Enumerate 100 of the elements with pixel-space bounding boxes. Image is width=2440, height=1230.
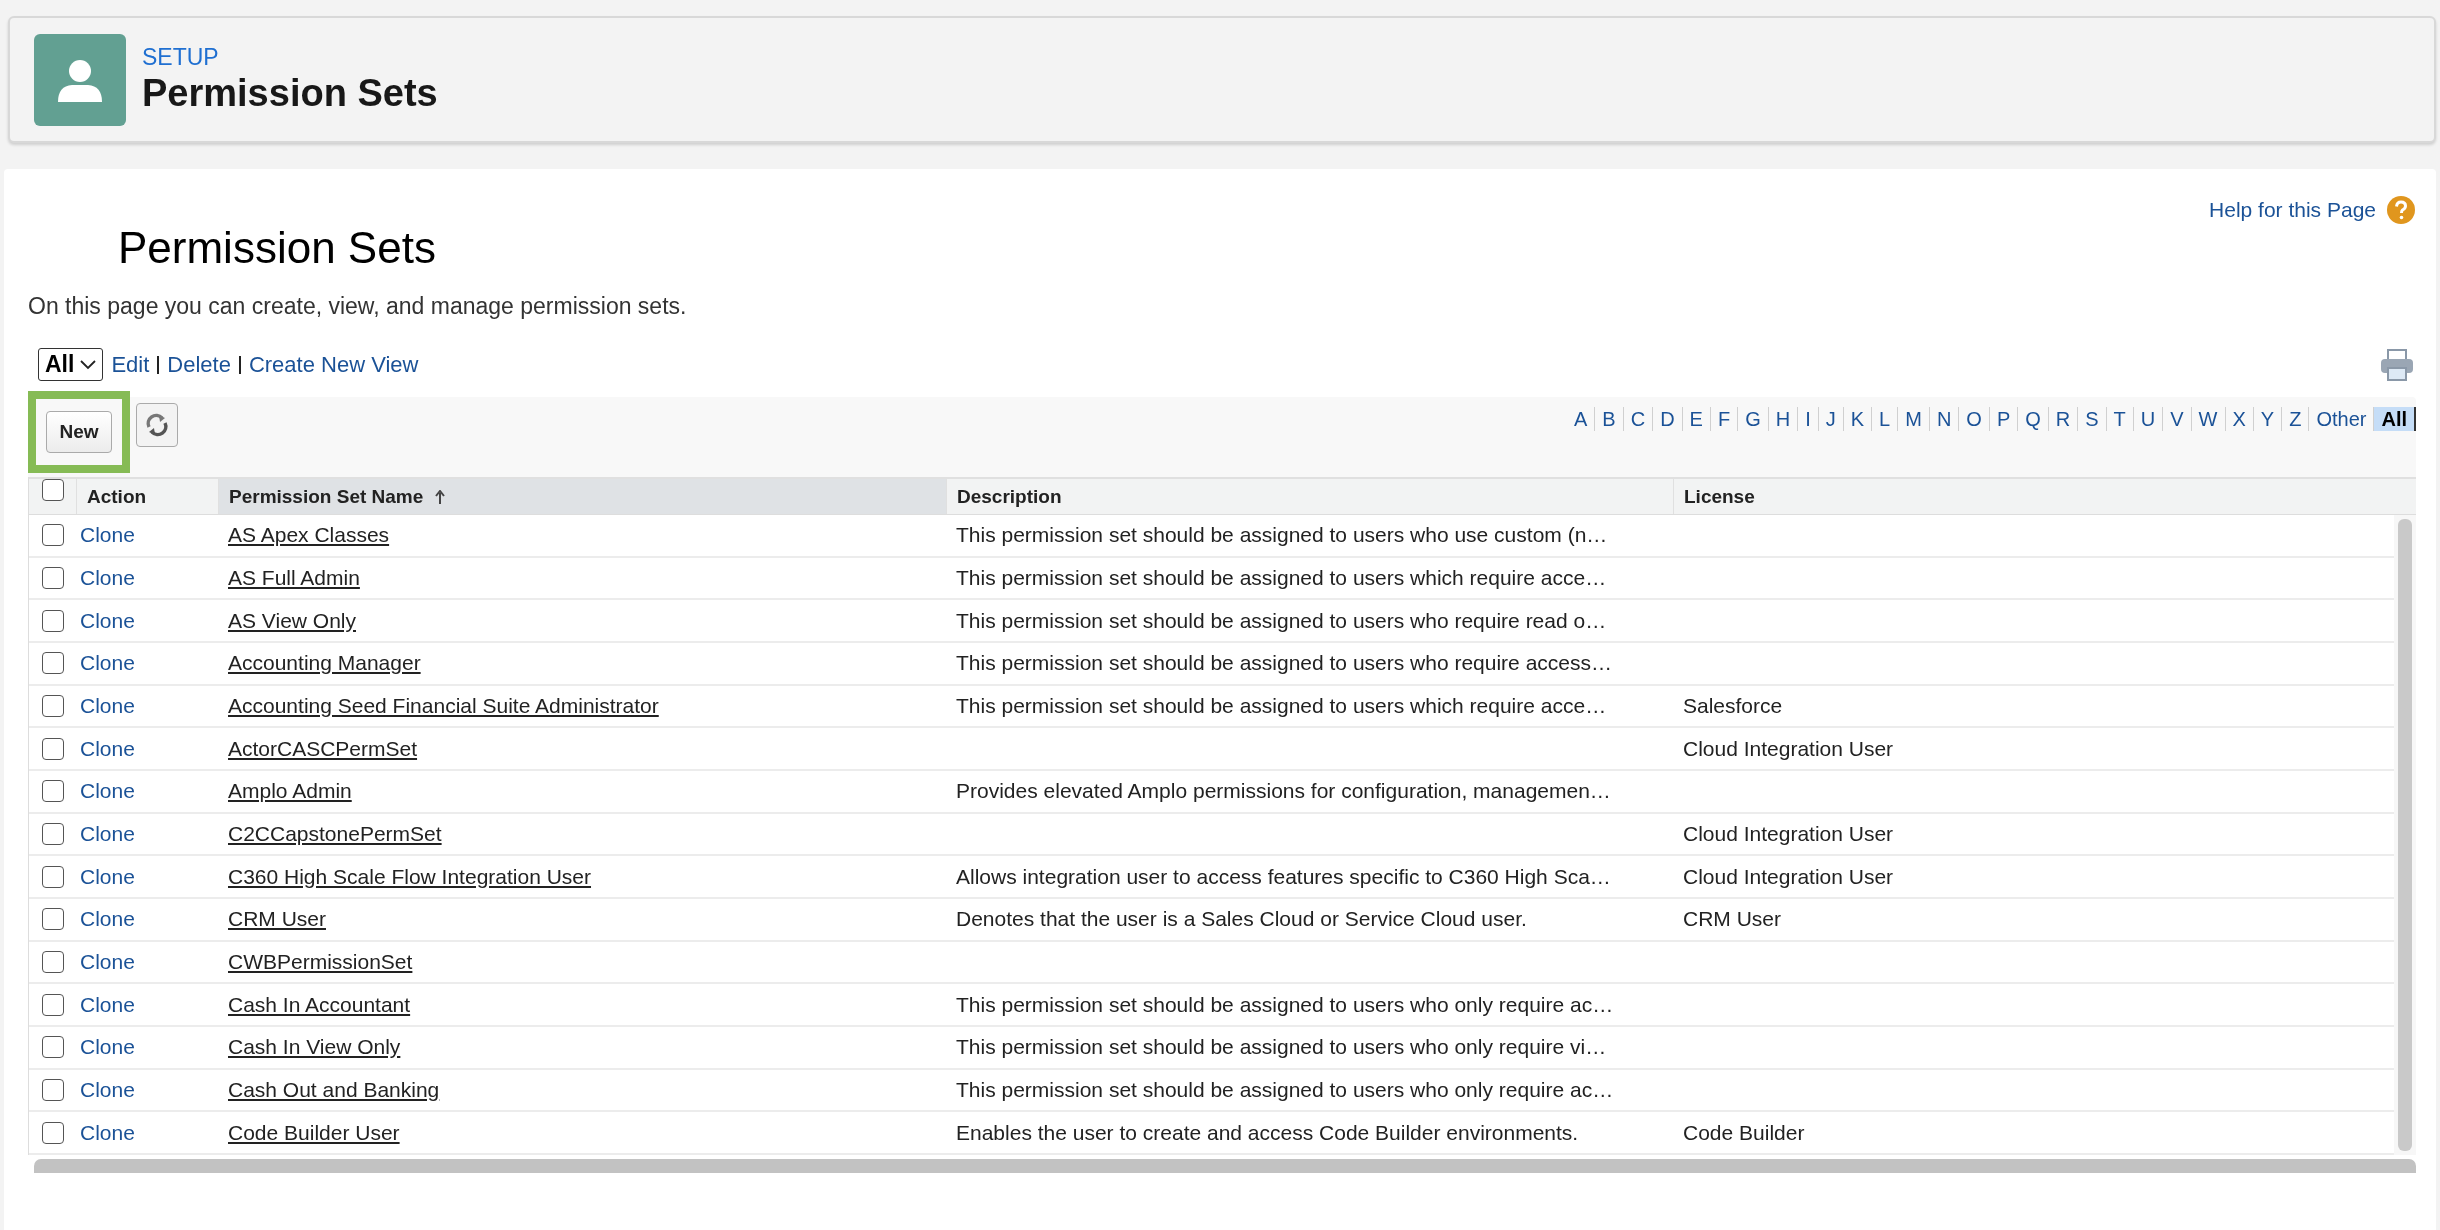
- clone-link[interactable]: Clone: [76, 736, 218, 761]
- row-checkbox[interactable]: [41, 823, 64, 846]
- row-checkbox[interactable]: [41, 652, 64, 675]
- alphabet-filter-link[interactable]: J: [1817, 407, 1843, 431]
- description-cell-text: This permission set should be assigned to users which require acce…: [955, 566, 1607, 590]
- column-header[interactable]: Description: [946, 479, 1673, 514]
- clone-link[interactable]: Clone: [76, 992, 218, 1017]
- alphabet-filter-link[interactable]: P: [1988, 407, 2018, 431]
- row-checkbox[interactable]: [41, 865, 64, 888]
- alphabet-filter-link[interactable]: B: [1594, 407, 1623, 431]
- chevron-down-icon: [80, 359, 97, 370]
- help-link[interactable]: Help for this Page: [2209, 195, 2416, 225]
- permission-set-link[interactable]: Accounting Manager: [218, 651, 421, 676]
- row-checkbox[interactable]: [41, 737, 64, 760]
- license-cell-text: Cloud Integration User: [1682, 736, 1894, 761]
- new-button[interactable]: New: [46, 411, 112, 453]
- row-checkbox[interactable]: [41, 951, 64, 974]
- clone-link[interactable]: Clone: [76, 694, 218, 718]
- clone-link[interactable]: Clone: [76, 566, 218, 590]
- clone-link[interactable]: Clone: [76, 1078, 218, 1103]
- row-checkbox[interactable]: [41, 609, 64, 632]
- alphabet-filter-link[interactable]: I: [1797, 407, 1818, 431]
- clone-link[interactable]: Clone: [76, 950, 218, 975]
- view-select[interactable]: All: [38, 348, 104, 381]
- row-checkbox[interactable]: [41, 524, 64, 547]
- clone-link[interactable]: Clone: [76, 864, 218, 889]
- description-cell-text: Enables the user to create and access Code Builder environments.: [955, 1120, 1579, 1145]
- description-cell-text: This permission set should be assigned to users who only require ac…: [955, 1078, 1614, 1103]
- alphabet-filter-link[interactable]: A: [1567, 407, 1595, 431]
- alphabet-filter-link[interactable]: F: [1709, 407, 1738, 431]
- clone-link[interactable]: Clone: [76, 907, 218, 932]
- permission-set-link[interactable]: AS Full Admin: [218, 566, 360, 590]
- alphabet-filter-link[interactable]: E: [1681, 407, 1710, 431]
- permission-set-link[interactable]: Cash Out and Banking: [218, 1078, 440, 1103]
- vertical-scrollbar[interactable]: [2394, 515, 2416, 1155]
- alphabet-filter-link[interactable]: O: [1958, 407, 1989, 431]
- alphabet-filter-link[interactable]: H: [1767, 407, 1798, 431]
- alphabet-filter-link[interactable]: S: [2077, 407, 2106, 431]
- row-checkbox[interactable]: [41, 780, 64, 803]
- permission-set-link[interactable]: C360 High Scale Flow Integration User: [218, 864, 591, 889]
- permission-set-link[interactable]: C2CCapstonePermSet: [218, 822, 442, 847]
- alphabet-filter-link[interactable]: G: [1737, 407, 1768, 431]
- permission-set-link[interactable]: CWBPermissionSet: [218, 950, 413, 975]
- alphabet-filter-link[interactable]: N: [1928, 407, 1959, 431]
- permission-set-link[interactable]: Accounting Seed Financial Suite Administrator: [218, 694, 659, 718]
- column-header[interactable]: License: [1673, 479, 2416, 514]
- permission-set-link[interactable]: Code Builder User: [218, 1120, 400, 1145]
- alphabet-filter-link[interactable]: K: [1842, 407, 1872, 431]
- alphabet-filter-link[interactable]: M: [1897, 407, 1929, 431]
- alphabet-filter-link[interactable]: L: [1871, 407, 1898, 431]
- refresh-button[interactable]: [136, 403, 178, 447]
- clone-link[interactable]: Clone: [76, 651, 218, 676]
- permission-set-link[interactable]: AS View Only: [218, 608, 356, 633]
- select-all-checkbox[interactable]: [41, 479, 64, 501]
- view-link[interactable]: Create New View: [248, 351, 419, 378]
- alphabet-filter-link[interactable]: W: [2190, 407, 2225, 431]
- permission-set-link[interactable]: ActorCASCPermSet: [218, 736, 418, 761]
- alphabet-filter-link[interactable]: X: [2224, 407, 2253, 431]
- permission-set-link[interactable]: CRM User: [218, 907, 326, 932]
- row-checkbox[interactable]: [41, 908, 64, 931]
- horizontal-scrollbar[interactable]: [34, 1159, 2416, 1173]
- description-cell-text: Denotes that the user is a Sales Cloud or Service Cloud user.: [955, 907, 1527, 932]
- permission-set-link[interactable]: Cash In View Only: [218, 1035, 401, 1060]
- permission-set-link[interactable]: AS Apex Classes: [218, 523, 390, 548]
- license-cell-text: Cloud Integration User: [1682, 822, 1894, 847]
- clone-link[interactable]: Clone: [76, 1120, 218, 1145]
- alphabet-filter-link[interactable]: U: [2132, 407, 2163, 431]
- clone-link[interactable]: Clone: [76, 1035, 218, 1060]
- view-link[interactable]: Delete: [167, 351, 231, 378]
- alphabet-filter-link[interactable]: V: [2162, 407, 2191, 431]
- permission-set-link[interactable]: Cash In Accountant: [218, 992, 411, 1017]
- row-checkbox[interactable]: [41, 1121, 64, 1144]
- alphabet-filter-link[interactable]: R: [2047, 407, 2078, 431]
- row-checkbox[interactable]: [41, 1036, 64, 1059]
- clone-link[interactable]: Clone: [76, 523, 218, 548]
- license-cell-text: Salesforce: [1682, 694, 1783, 718]
- alphabet-filter-link[interactable]: All: [2373, 407, 2416, 431]
- alphabet-filter-link[interactable]: C: [1622, 407, 1653, 431]
- alphabet-filter-link[interactable]: T: [2105, 407, 2133, 431]
- clone-link[interactable]: Clone: [76, 608, 218, 633]
- description-cell-text: This permission set should be assigned to users who use custom (n…: [955, 523, 1608, 548]
- refresh-icon: [144, 412, 170, 438]
- permission-set-link[interactable]: Amplo Admin: [218, 779, 352, 804]
- column-header[interactable]: Permission Set Name: [218, 479, 946, 514]
- print-icon[interactable]: [2380, 348, 2414, 381]
- header-title: Permission Sets: [142, 70, 438, 116]
- alphabet-filter-link[interactable]: D: [1652, 407, 1682, 431]
- row-checkbox[interactable]: [41, 993, 64, 1016]
- row-checkbox[interactable]: [41, 695, 64, 717]
- row-checkbox[interactable]: [41, 567, 64, 589]
- view-link[interactable]: Edit: [111, 351, 150, 378]
- alphabet-filter-link[interactable]: Z: [2281, 407, 2309, 431]
- clone-link[interactable]: Clone: [76, 822, 218, 847]
- help-icon: [2386, 195, 2416, 225]
- sort-arrow-icon: [435, 489, 446, 504]
- page-title: Permission Sets: [118, 223, 436, 273]
- alphabet-filter-link[interactable]: Y: [2252, 407, 2282, 431]
- alphabet-filter-link[interactable]: Q: [2017, 407, 2048, 431]
- clone-link[interactable]: Clone: [76, 779, 218, 804]
- row-checkbox[interactable]: [41, 1079, 64, 1102]
